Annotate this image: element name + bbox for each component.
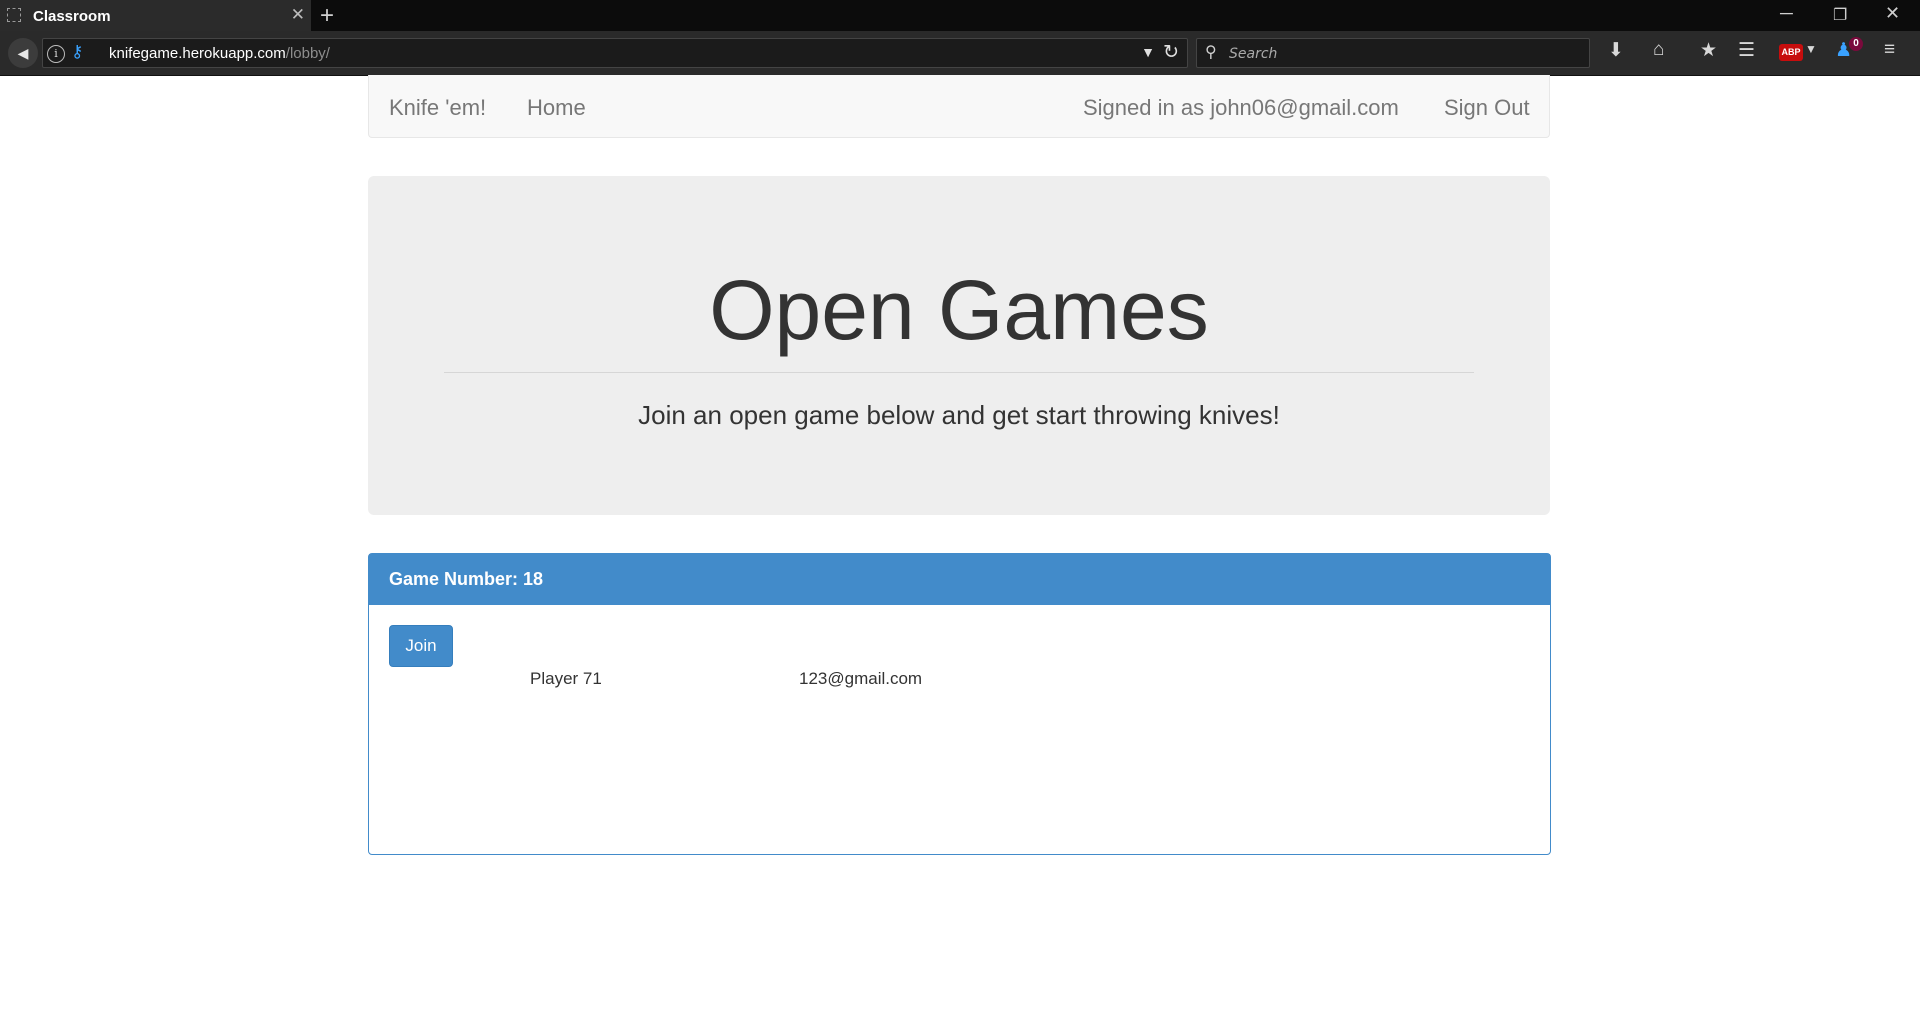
dropdown-icon[interactable]: ▼ [1141, 44, 1155, 60]
key-icon[interactable]: ⚷ [71, 42, 83, 62]
brand-link[interactable]: Knife 'em! [389, 95, 486, 121]
site-navbar: Knife 'em! Home Signed in as john06@gmai… [368, 75, 1550, 138]
browser-toolbar: ◀ i ⚷ knifegame.herokuapp.com/lobby/ ▼ ↻… [0, 31, 1920, 76]
restore-icon[interactable]: ❐ [1833, 5, 1847, 25]
page-subtitle: Join an open game below and get start th… [638, 400, 1280, 430]
reading-list-icon[interactable]: ☰ [1738, 39, 1755, 62]
minimize-icon[interactable]: ─ [1780, 3, 1793, 24]
jumbotron: Open Games Join an open game below and g… [368, 176, 1550, 515]
url-text: knifegame.herokuapp.com/lobby/ [109, 45, 330, 62]
search-input[interactable] [1227, 43, 1571, 65]
back-arrow-icon[interactable]: ◀ [8, 38, 38, 68]
bookmark-star-icon[interactable]: ★ [1700, 39, 1717, 62]
browser-tab[interactable]: Classroom ✕ [0, 0, 311, 31]
adblock-icon[interactable]: ABP [1779, 44, 1803, 61]
address-bar[interactable]: i ⚷ knifegame.herokuapp.com/lobby/ ▼ ↻ [42, 38, 1188, 68]
search-bar[interactable]: ⚲ [1196, 38, 1590, 68]
page-icon [7, 8, 21, 22]
signed-in-text: Signed in as john06@gmail.com [1083, 95, 1399, 120]
reload-icon[interactable]: ↻ [1163, 41, 1179, 64]
window-close-icon[interactable]: ✕ [1885, 3, 1900, 24]
adblock-dropdown-icon[interactable]: ▼ [1805, 42, 1817, 56]
game-panel: Game Number: 18 Join Player 71 123@gmail… [368, 553, 1551, 855]
info-icon[interactable]: i [47, 45, 65, 63]
page-title: Open Games [709, 263, 1209, 357]
sign-out-link[interactable]: Sign Out [1444, 95, 1530, 121]
divider [444, 372, 1474, 373]
download-icon[interactable]: ⬇ [1608, 39, 1624, 62]
home-icon[interactable]: ⌂ [1653, 39, 1664, 61]
game-number: Game Number: 18 [389, 569, 544, 589]
join-button[interactable]: Join [389, 625, 453, 667]
close-tab-icon[interactable]: ✕ [291, 5, 305, 25]
game-panel-heading: Game Number: 18 [369, 554, 1550, 605]
player-name: Player 71 [530, 669, 602, 688]
player-email: 123@gmail.com [799, 669, 923, 688]
tab-strip: Classroom ✕ + ─ ❐ ✕ [0, 0, 1920, 31]
new-tab-icon[interactable]: + [320, 2, 334, 30]
search-icon: ⚲ [1205, 44, 1217, 61]
menu-icon[interactable]: ≡ [1884, 39, 1895, 61]
tab-title: Classroom [33, 8, 111, 25]
home-link[interactable]: Home [527, 95, 586, 121]
notification-badge: 0 [1849, 37, 1863, 51]
